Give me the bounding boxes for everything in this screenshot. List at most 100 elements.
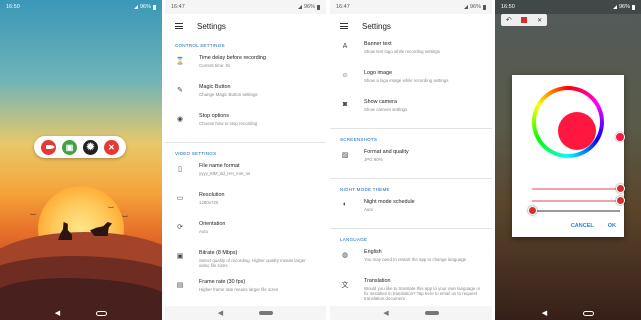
value-slider[interactable] [532,196,625,205]
back-icon[interactable]: ◀ [218,310,223,317]
bird-silhouette: ︶ [30,215,37,221]
back-icon[interactable]: ◀ [55,310,60,317]
app-bar: Settings [330,14,492,38]
signal-icon [612,5,617,9]
status-bar: 16:47 96% [330,0,492,14]
status-bar: 16:50 96% [0,0,162,14]
color-picker-panel: 16:50 96% ↶ ✕ CANCEL OK ◀ [495,0,641,320]
video-camera-icon [45,145,55,149]
settings-item-summary: Show a logo image while recording settin… [364,77,449,83]
logo-icon: ☺ [341,72,349,79]
settings-item[interactable]: ▣ Bitrate (8 Mbps) Select quality of recor… [165,247,326,276]
page-title: Settings [197,21,226,31]
settings-button[interactable]: ✹ [83,139,98,155]
stop-options-icon: ◉ [176,116,184,123]
status-time: 16:50 [6,4,20,10]
settings-item-title: Magic Button [199,84,231,90]
settings-item[interactable]: ▭ Resolution 1280x720 [165,189,326,218]
settings-item-title: Orientation [199,221,226,227]
section-header: SCREENSHOTS [340,137,378,142]
settings-item-title: Banner text [364,41,392,47]
slider-thumb[interactable] [527,206,537,215]
menu-icon[interactable] [340,23,348,29]
home-button[interactable] [96,310,108,316]
floating-recorder-toolbar: ▣ ✹ ✕ [34,136,126,158]
settings-item[interactable]: ✎ Magic Button Change Magic Button setting… [165,81,326,110]
rotate-icon: ⟳ [177,224,183,231]
settings-item[interactable]: ▨ Format and quality JPG 90% [330,146,492,175]
dialog-actions: CANCEL OK [571,223,616,229]
slider-thumb[interactable] [615,184,625,193]
settings-item-title: Bitrate (8 Mbps) [199,250,238,256]
close-button[interactable]: ✕ [104,139,119,155]
settings-item[interactable]: ▤ Frame rate (30 fps) Higher frame rate me… [165,276,326,305]
settings-screen-panel: 16:47 96% Settings CONTROL SETTINGS ⌛ Time… [165,0,326,320]
settings-item[interactable]: A Banner text Show text logo while recordi… [330,38,492,67]
color-picker-dialog: CANCEL OK [512,75,625,237]
hue-handle[interactable] [615,132,625,142]
home-button[interactable] [583,310,595,316]
globe-icon: ◍ [341,252,349,259]
settings-item-summary: Auto [199,228,209,234]
settings-item-title: Time delay before recording [199,55,266,61]
settings-list: A Banner text Show text logo while recordi… [330,38,492,306]
signal-icon [463,5,468,9]
settings-item[interactable]: ◉ Stop options Choose how to stop recordin… [165,110,326,139]
home-screen-panel: ︶ ︶ ︶ 16:50 96% ▣ ✹ ✕ ◀ [0,0,162,320]
settings-item-title: Translation [364,278,391,284]
settings-item[interactable]: 文 Translation Would you like to translate … [330,275,492,306]
page-title: Settings [362,21,391,31]
settings-item-summary: Show camera settings [364,106,408,112]
back-icon[interactable]: ◀ [383,310,388,317]
navigation-bar: ◀ [165,306,326,320]
status-bar: 16:47 96% [165,0,326,14]
home-button[interactable] [259,311,274,315]
battery-percent: 96% [139,4,151,10]
status-time: 16:47 [171,4,185,10]
battery-icon [317,4,320,10]
settings-item[interactable]: ◍ English You may need to restart the app … [330,246,492,275]
ok-button[interactable]: OK [608,223,616,229]
navigation-bar: ◀ [330,306,492,320]
settings-screen-panel: 16:47 96% Settings A Banner text Show text… [330,0,492,320]
settings-item[interactable]: ☺ Logo image Show a logo image while recor… [330,67,492,96]
settings-item-title: Stop options [199,113,229,119]
navigation-bar: ◀ [495,306,641,320]
settings-item-title: English [364,249,382,255]
opacity-slider[interactable] [527,206,620,215]
undo-icon[interactable]: ↶ [506,16,512,24]
image-icon: ▣ [65,142,74,152]
moon-icon: ◐ [342,201,348,208]
status-time: 16:50 [501,4,515,10]
back-icon[interactable]: ◀ [542,310,547,317]
bird-silhouette: ︶ [108,208,115,214]
settings-item-title: Resolution [199,192,225,198]
slider-thumb[interactable] [615,196,625,205]
settings-item-summary: Higher frame rate means larger file size… [199,286,279,292]
signal-icon [133,5,138,9]
app-bar: Settings [165,14,326,38]
settings-item[interactable]: ◙ Show camera Show camera settings [330,96,492,125]
menu-icon[interactable] [175,23,183,29]
stop-button[interactable] [521,17,528,23]
battery-percent: 96% [618,4,630,10]
settings-item[interactable]: ▯ File name format yyyy_MM_dd_HH_mm_ss [165,160,326,189]
close-icon[interactable]: ✕ [537,17,542,24]
signal-icon [297,5,302,9]
settings-item-summary: You may need to restart the app to chang… [364,256,467,262]
file-icon: ▯ [178,166,182,173]
settings-item-summary: Choose how to stop recording [199,120,258,126]
image-icon: ▨ [341,152,349,159]
saturation-slider[interactable] [532,184,625,193]
settings-item[interactable]: ⟳ Orientation Auto [165,218,326,247]
record-button[interactable] [41,139,56,155]
settings-item-summary: 1280x720 [199,199,219,205]
bitrate-icon: ▣ [176,253,184,260]
settings-item[interactable]: ⌛ Time delay before recording Current time… [165,52,326,81]
settings-item[interactable]: ◐ Night mode schedule Auto [330,196,492,225]
screenshot-button[interactable]: ▣ [62,139,77,155]
cancel-button[interactable]: CANCEL [571,223,594,229]
battery-icon [153,4,156,10]
section-header: NIGHT MODE THEME [340,187,390,192]
home-button[interactable] [424,311,439,315]
